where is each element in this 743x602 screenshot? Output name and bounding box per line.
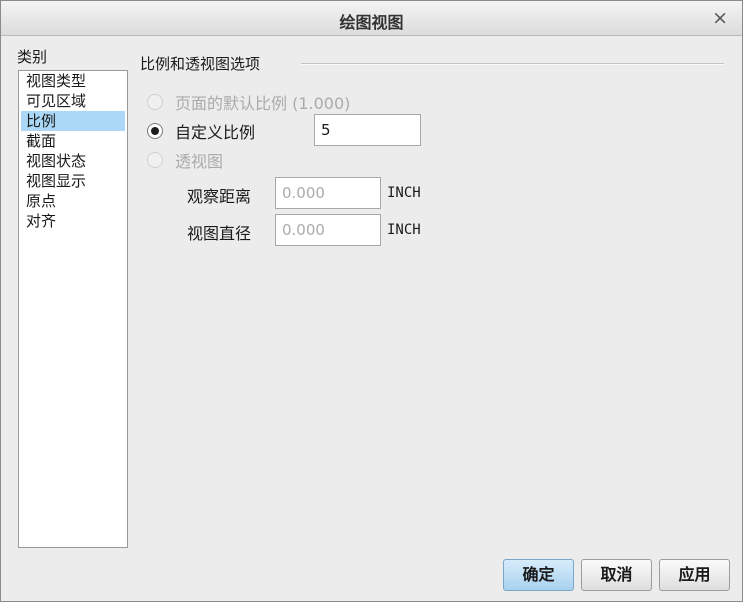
view-distance-label: 观察距离 — [187, 187, 252, 206]
category-item-section[interactable]: 截面 — [21, 131, 125, 151]
view-distance-unit: INCH — [387, 185, 421, 201]
group-divider — [301, 63, 724, 65]
radio-custom-scale-label[interactable]: 自定义比例 — [175, 119, 255, 143]
category-item-view-state[interactable]: 视图状态 — [21, 151, 125, 171]
radio-default-scale-label: 页面的默认比例 (1.000) — [175, 94, 351, 113]
view-diameter-unit: INCH — [387, 222, 421, 238]
cancel-button[interactable]: 取消 — [581, 559, 652, 591]
radio-custom-scale[interactable]: 自定义比例 — [147, 119, 255, 143]
scale-group-label: 比例和透视图选项 — [140, 53, 267, 74]
radio-perspective: 透视图 — [147, 148, 223, 172]
title-bar[interactable]: 绘图视图 × — [1, 1, 742, 36]
view-diameter-label: 视图直径 — [187, 224, 252, 243]
category-item-origin[interactable]: 原点 — [21, 191, 125, 211]
category-list: 视图类型 可见区域 比例 截面 视图状态 视图显示 原点 对齐 — [18, 70, 128, 548]
view-distance-input: 0.000 — [275, 177, 381, 209]
category-item-scale[interactable]: 比例 — [21, 111, 125, 131]
ok-button[interactable]: 确定 — [503, 559, 574, 591]
drawing-view-dialog: 绘图视图 × 类别 视图类型 可见区域 比例 截面 视图状态 视图显示 原点 对… — [0, 0, 743, 602]
close-icon[interactable]: × — [712, 7, 728, 29]
dialog-title: 绘图视图 — [339, 13, 404, 32]
category-item-view-display[interactable]: 视图显示 — [21, 171, 125, 191]
category-item-visible-area[interactable]: 可见区域 — [21, 91, 125, 111]
apply-button[interactable]: 应用 — [659, 559, 730, 591]
radio-perspective-label: 透视图 — [175, 152, 224, 171]
custom-scale-input[interactable]: 5 — [314, 114, 421, 146]
category-item-alignment[interactable]: 对齐 — [21, 211, 125, 231]
radio-default-scale: 页面的默认比例 (1.000) — [147, 90, 350, 114]
category-item-view-type[interactable]: 视图类型 — [21, 71, 125, 91]
view-diameter-input: 0.000 — [275, 214, 381, 246]
radio-perspective-button — [147, 152, 163, 168]
radio-default-scale-button — [147, 94, 163, 110]
categories-label: 类别 — [17, 48, 48, 66]
radio-custom-scale-button[interactable] — [147, 123, 163, 139]
